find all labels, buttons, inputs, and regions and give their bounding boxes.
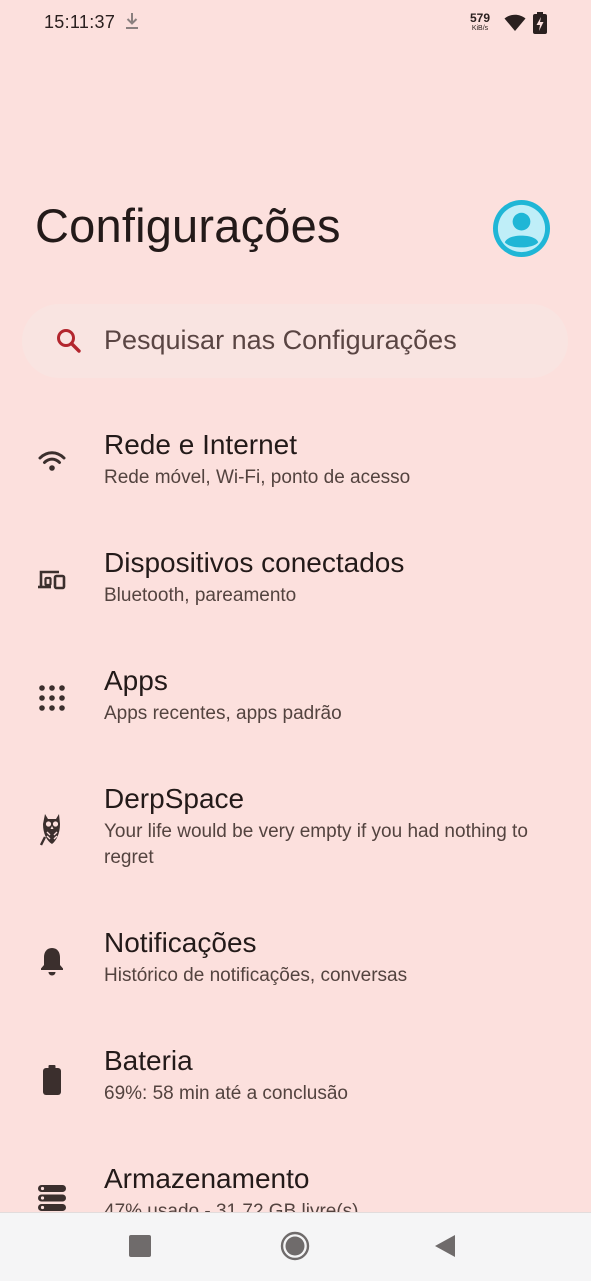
setting-title: Dispositivos conectados [104, 547, 405, 578]
search-placeholder: Pesquisar nas Configurações [104, 325, 457, 355]
status-time: 15:11:37 [44, 12, 116, 32]
wifi-icon [38, 451, 66, 471]
search-icon [57, 329, 81, 353]
setting-notifications[interactable]: Notificações Histórico de notificações, … [0, 918, 591, 1028]
net-speed-unit: KiB/s [471, 25, 489, 32]
navigation-bar [0, 1212, 591, 1281]
setting-connected-devices[interactable]: Dispositivos conectados Bluetooth, parea… [0, 538, 591, 648]
search-bar[interactable]: Pesquisar nas Configurações [22, 304, 568, 378]
devices-icon [38, 570, 66, 590]
net-speed: 579 KiB/s [464, 12, 496, 32]
back-button[interactable] [432, 1233, 458, 1259]
net-speed-value: 579 [469, 11, 491, 25]
bell-icon [41, 948, 63, 976]
page-title: Configurações [35, 199, 341, 252]
setting-derpspace[interactable]: DerpSpace Your life would be very empty … [0, 774, 591, 910]
wifi-icon [504, 14, 526, 31]
setting-subtitle: Bluetooth, pareamento [104, 585, 297, 606]
recents-button[interactable] [129, 1235, 151, 1257]
owl-icon [39, 814, 60, 846]
setting-subtitle: 69%: 58 min até a conclusão [104, 1083, 348, 1104]
setting-subtitle: Histórico de notificações, conversas [104, 965, 408, 986]
setting-title: Rede e Internet [104, 429, 298, 460]
status-bar: 15:11:37 579 KiB/s [0, 0, 591, 46]
setting-title: Armazenamento [104, 1163, 310, 1194]
apps-grid-icon [39, 685, 65, 711]
setting-subtitle: Your life would be very empty if you had… [104, 821, 528, 868]
home-button[interactable] [280, 1231, 310, 1261]
download-icon [126, 13, 138, 29]
setting-title: Notificações [104, 927, 257, 958]
setting-battery[interactable]: Bateria 69%: 58 min até a conclusão [0, 1036, 591, 1146]
setting-apps[interactable]: Apps Apps recentes, apps padrão [0, 656, 591, 766]
battery-charging-icon [533, 12, 547, 34]
setting-subtitle: Apps recentes, apps padrão [104, 703, 342, 724]
storage-icon [38, 1185, 66, 1211]
setting-title: Bateria [104, 1045, 193, 1076]
setting-subtitle: Rede móvel, Wi-Fi, ponto de acesso [104, 467, 411, 488]
setting-title: Apps [104, 665, 168, 696]
battery-icon [43, 1065, 61, 1095]
setting-network-internet[interactable]: Rede e Internet Rede móvel, Wi-Fi, ponto… [0, 420, 591, 530]
setting-title: DerpSpace [104, 783, 245, 814]
account-circle-icon[interactable] [492, 199, 551, 258]
